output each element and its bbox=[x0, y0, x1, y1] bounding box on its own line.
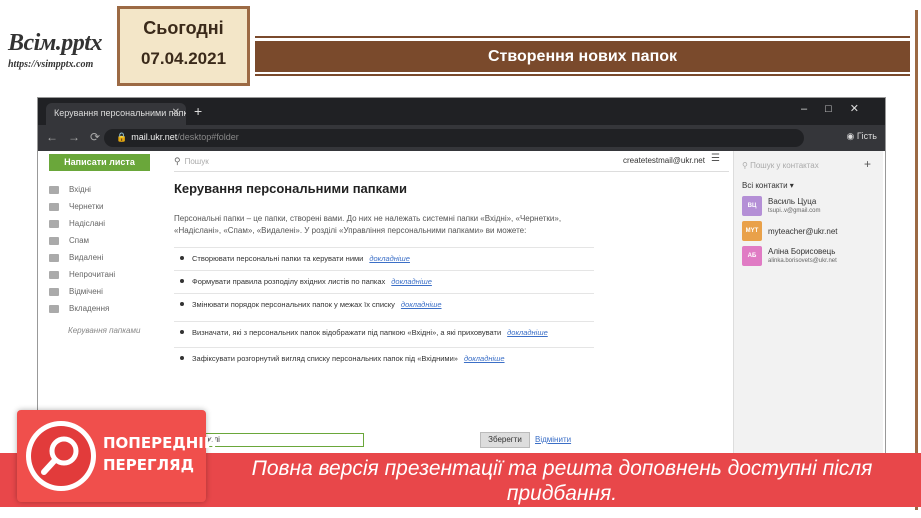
account-email: createtestmail@ukr.net bbox=[623, 156, 705, 165]
folder-drafts[interactable]: Чернетки bbox=[49, 198, 159, 215]
date-value: 07.04.2021 bbox=[140, 49, 227, 68]
url-host: mail.ukr.net bbox=[131, 132, 178, 142]
menu-icon[interactable]: ☰ bbox=[711, 153, 720, 164]
contact-item[interactable]: MYT myteacher@ukr.net bbox=[742, 221, 882, 245]
details-link[interactable]: докладніше bbox=[464, 354, 505, 363]
list-item: Зафіксувати розгорнутий вигляд списку пе… bbox=[174, 347, 594, 370]
contact-item[interactable]: АБ Аліна Борисовець alinka.borisovets@uk… bbox=[742, 246, 882, 270]
close-tab-icon[interactable]: ✕ bbox=[172, 107, 180, 118]
folder-list: Вхідні Чернетки Надіслані Спам Видалені … bbox=[49, 181, 159, 317]
avatar: ВЦ bbox=[742, 196, 762, 216]
list-item: Визначати, які з персональних папок відо… bbox=[174, 321, 594, 344]
tab-title: Керування персональними папк bbox=[54, 108, 186, 118]
contact-name: Аліна Борисовець bbox=[768, 247, 836, 256]
address-bar: ←→⟳ 🔒 mail.ukr.net/desktop#folder ◉ Гість bbox=[38, 125, 885, 151]
details-link[interactable]: докладніше bbox=[391, 277, 432, 286]
window-controls[interactable]: –□✕ bbox=[801, 102, 877, 115]
spam-icon bbox=[49, 236, 59, 245]
profile-button[interactable]: ◉ Гість bbox=[846, 131, 877, 142]
vsim-pptx-logo: Всім.pptx https://vsimpptx.com bbox=[8, 30, 118, 80]
date-label: Сьогодні bbox=[143, 18, 224, 38]
folder-sent[interactable]: Надіслані bbox=[49, 215, 159, 232]
lock-icon: 🔒 bbox=[116, 132, 128, 142]
folder-inbox[interactable]: Вхідні bbox=[49, 181, 159, 198]
slide-title: Створення нових папок bbox=[255, 41, 910, 72]
contact-email: alinka.borisovets@ukr.net bbox=[768, 258, 837, 264]
cancel-link[interactable]: Відмінити bbox=[535, 435, 571, 444]
navigation-icons[interactable]: ←→⟳ bbox=[46, 130, 110, 144]
star-icon bbox=[49, 287, 59, 296]
details-link[interactable]: докладніше bbox=[369, 254, 410, 263]
header-divider bbox=[174, 171, 729, 172]
intro-text: Персональні папки – це папки, створені в… bbox=[174, 214, 562, 235]
new-tab-icon[interactable]: + bbox=[194, 103, 202, 119]
list-item: Створювати персональні папки та керувати… bbox=[174, 247, 594, 270]
save-button[interactable]: Зберегти bbox=[480, 432, 530, 448]
profile-label: Гість bbox=[856, 131, 877, 141]
drafts-icon bbox=[49, 202, 59, 211]
sent-icon bbox=[49, 219, 59, 228]
url-path: /desktop#folder bbox=[177, 132, 239, 142]
slide: Всім.pptx https://vsimpptx.com Сьогодні … bbox=[0, 0, 921, 518]
add-contact-icon[interactable]: + bbox=[864, 157, 871, 171]
contact-name: Василь Цуца bbox=[768, 197, 817, 206]
contacts-search[interactable]: ⚲ Пошук у контактах bbox=[742, 161, 819, 170]
avatar: АБ bbox=[742, 246, 762, 266]
write-letter-button[interactable]: Написати листа bbox=[49, 154, 150, 171]
right-border bbox=[915, 10, 918, 510]
contacts-panel: ⚲ Пошук у контактах + Всі контакти ▾ ВЦ … bbox=[733, 151, 883, 456]
inbox-icon bbox=[49, 185, 59, 194]
contact-email: tsupi..v@gmail.com bbox=[768, 208, 821, 214]
banner-text: Повна версія презентації та решта доповн… bbox=[251, 457, 873, 505]
preview-badge: ПОПЕРЕДНІЙ ПЕРЕГЛЯД bbox=[17, 410, 216, 502]
title-bottom-rule bbox=[255, 74, 910, 76]
folder-attachments[interactable]: Вкладення bbox=[49, 300, 159, 317]
browser-tab[interactable]: Керування персональними папк ✕ bbox=[46, 103, 186, 125]
details-link[interactable]: докладніше bbox=[401, 300, 442, 309]
tab-bar: Керування персональними папк ✕ + –□✕ bbox=[38, 98, 885, 125]
attachment-icon bbox=[49, 304, 59, 313]
folder-unread[interactable]: Непрочитані bbox=[49, 266, 159, 283]
contact-name: myteacher@ukr.net bbox=[768, 227, 838, 236]
trash-icon bbox=[49, 253, 59, 262]
list-item: Змінювати порядок персональних папок у м… bbox=[174, 293, 594, 316]
folder-spam[interactable]: Спам bbox=[49, 232, 159, 249]
avatar: MYT bbox=[742, 221, 762, 241]
page-heading: Керування персональними папками bbox=[174, 181, 407, 196]
url-field[interactable]: 🔒 mail.ukr.net/desktop#folder bbox=[104, 129, 804, 147]
preview-label: ПОПЕРЕДНІЙ ПЕРЕГЛЯД bbox=[103, 434, 217, 474]
list-item: Формувати правила розподілу вхідних лист… bbox=[174, 270, 594, 293]
details-link[interactable]: докладніше bbox=[507, 328, 548, 337]
folder-deleted[interactable]: Видалені bbox=[49, 249, 159, 266]
unread-icon bbox=[49, 270, 59, 279]
logo-main-text: Всім.pptx bbox=[8, 30, 102, 56]
title-top-rule bbox=[255, 36, 910, 38]
search-icon: ⚲ bbox=[174, 156, 181, 166]
contact-item[interactable]: ВЦ Василь Цуца tsupi..v@gmail.com bbox=[742, 196, 882, 220]
manage-folders-link[interactable]: Керування папками bbox=[68, 326, 140, 335]
date-box: Сьогодні 07.04.2021 bbox=[117, 6, 250, 86]
all-contacts-dropdown[interactable]: Всі контакти ▾ bbox=[742, 181, 794, 190]
mail-search[interactable]: ⚲ Пошук bbox=[174, 156, 209, 167]
folder-starred[interactable]: Відмічені bbox=[49, 283, 159, 300]
logo-url-text: https://vsimpptx.com bbox=[8, 59, 94, 70]
magnifier-icon bbox=[31, 426, 91, 486]
